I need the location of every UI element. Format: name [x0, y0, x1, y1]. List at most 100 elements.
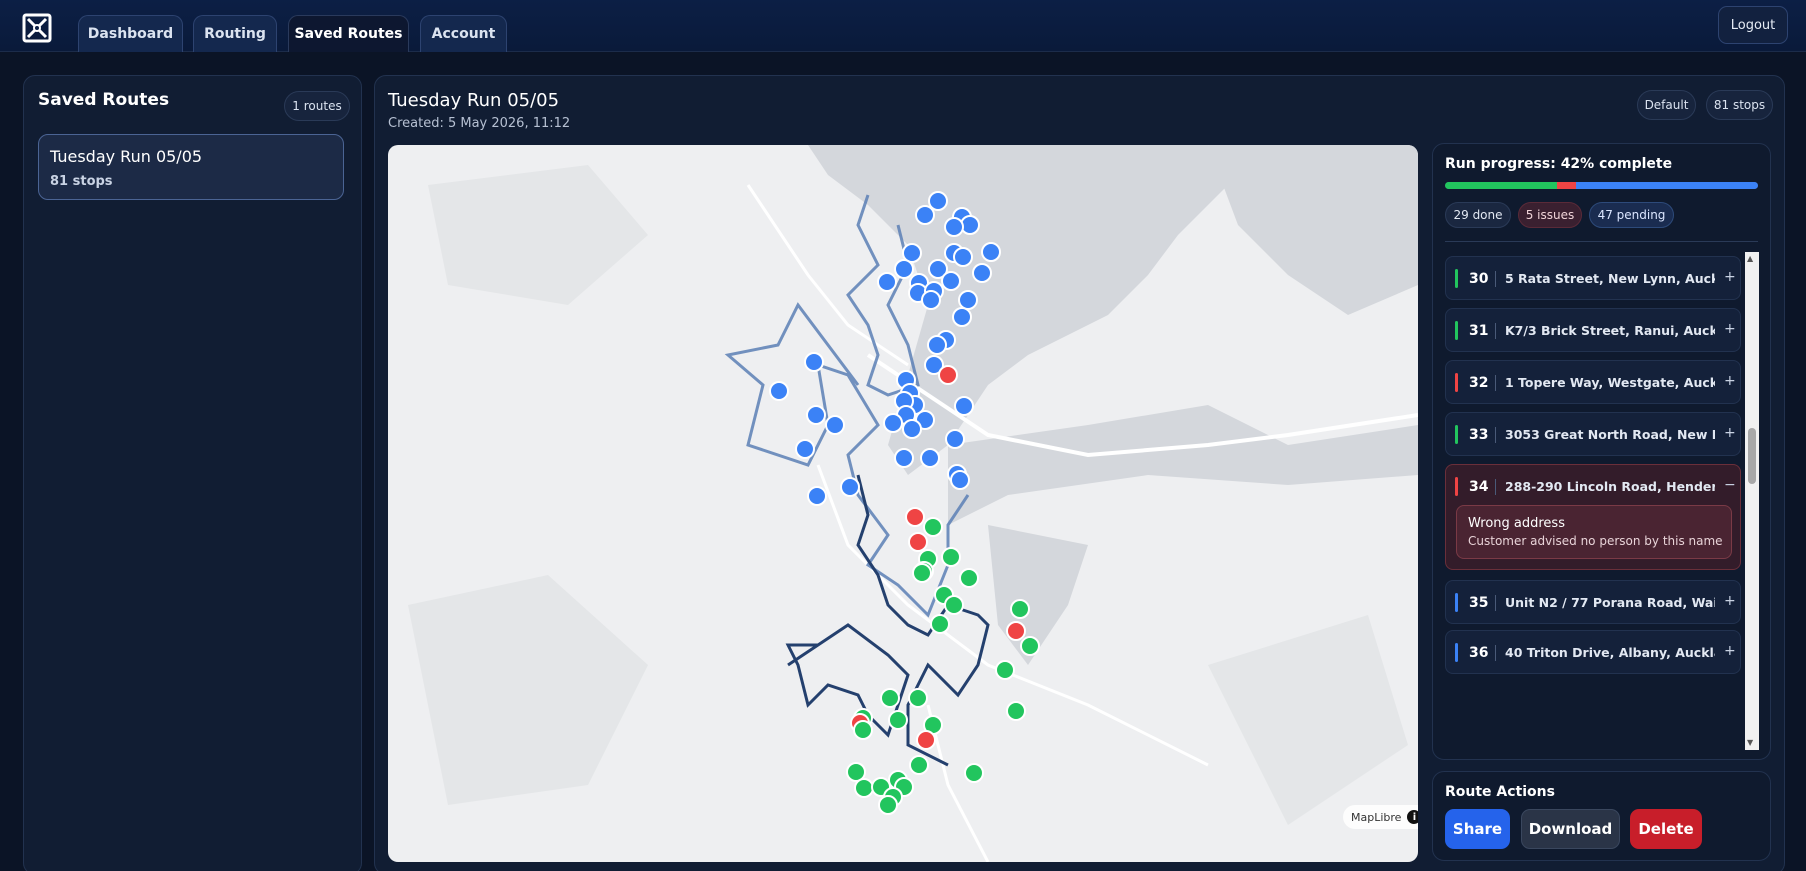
progress-pending-segment — [1576, 182, 1758, 189]
map-stop-marker[interactable] — [941, 547, 961, 567]
map-stop-marker[interactable] — [806, 405, 826, 425]
tab-saved-routes[interactable]: Saved Routes — [288, 15, 409, 52]
map-stop-marker[interactable] — [941, 271, 961, 291]
map-stop-marker[interactable] — [902, 419, 922, 439]
stop-row[interactable]: 33 3053 Great North Road, New Lynn, ... … — [1445, 412, 1741, 456]
map-stop-marker[interactable] — [928, 191, 948, 211]
expand-icon[interactable]: + — [1724, 425, 1736, 441]
stop-row[interactable]: 30 5 Rata Street, New Lynn, Auckland + — [1445, 256, 1741, 300]
map-stop-marker[interactable] — [878, 795, 898, 815]
expand-icon[interactable]: + — [1724, 321, 1736, 337]
expand-icon[interactable]: + — [1724, 373, 1736, 389]
map-stop-marker[interactable] — [905, 507, 925, 527]
route-name: Tuesday Run 05/05 — [50, 147, 203, 166]
map-stop-marker[interactable] — [953, 247, 973, 267]
status-marker — [1455, 373, 1458, 392]
stops-list[interactable]: 30 5 Rata Street, New Lynn, Auckland + 3… — [1445, 254, 1753, 684]
stop-row[interactable]: 32 1 Topere Way, Westgate, Auckland + — [1445, 360, 1741, 404]
map-canvas[interactable] — [388, 145, 1418, 862]
map-stop-marker[interactable] — [923, 517, 943, 537]
route-map[interactable]: + − ▲ MapLibre i — [388, 145, 1418, 862]
map-stop-marker[interactable] — [795, 439, 815, 459]
status-marker — [1455, 477, 1458, 496]
map-stop-marker[interactable] — [807, 486, 827, 506]
map-stop-marker[interactable] — [964, 763, 984, 783]
progress-issue-segment — [1557, 182, 1577, 189]
collapse-icon[interactable]: − — [1724, 477, 1736, 493]
map-stop-marker[interactable] — [912, 563, 932, 583]
logout-button[interactable]: Logout — [1718, 6, 1788, 44]
app-logo-icon[interactable] — [22, 13, 52, 43]
map-stop-marker[interactable] — [908, 688, 928, 708]
stop-address: Unit N2 / 77 Porana Road, Wairau ... — [1505, 595, 1715, 610]
map-stop-marker[interactable] — [958, 290, 978, 310]
map-stop-marker[interactable] — [1020, 636, 1040, 656]
issues-count-chip[interactable]: 5 issues — [1518, 202, 1582, 228]
stop-row[interactable]: 31 K7/3 Brick Street, Ranui, Auckland + — [1445, 308, 1741, 352]
divider — [1495, 595, 1496, 611]
map-stop-marker[interactable] — [952, 307, 972, 327]
map-stop-marker[interactable] — [959, 568, 979, 588]
map-stop-marker[interactable] — [930, 614, 950, 634]
map-stop-marker[interactable] — [927, 335, 947, 355]
map-stop-marker[interactable] — [840, 477, 860, 497]
map-stop-marker[interactable] — [944, 217, 964, 237]
profile-badge: Default — [1637, 90, 1696, 120]
route-stops: 81 stops — [50, 174, 113, 189]
done-count-chip[interactable]: 29 done — [1445, 202, 1511, 228]
map-stop-marker[interactable] — [894, 259, 914, 279]
expand-icon[interactable]: + — [1724, 269, 1736, 285]
map-stop-marker[interactable] — [950, 470, 970, 490]
map-stop-marker[interactable] — [769, 381, 789, 401]
stop-number: 31 — [1469, 323, 1489, 339]
map-stop-marker[interactable] — [995, 660, 1015, 680]
map-stop-marker[interactable] — [945, 429, 965, 449]
stop-number: 30 — [1469, 271, 1489, 287]
map-stop-marker[interactable] — [825, 415, 845, 435]
map-stop-marker[interactable] — [954, 396, 974, 416]
scrollbar-thumb[interactable] — [1748, 428, 1756, 484]
info-icon[interactable]: i — [1407, 810, 1418, 824]
download-button[interactable]: Download — [1521, 809, 1620, 849]
map-stop-marker[interactable] — [888, 710, 908, 730]
route-card[interactable]: Tuesday Run 05/05 81 stops — [38, 134, 344, 200]
map-stop-marker[interactable] — [972, 263, 992, 283]
map-stop-marker[interactable] — [909, 755, 929, 775]
tab-account[interactable]: Account — [420, 15, 507, 52]
map-stop-marker[interactable] — [1006, 701, 1026, 721]
map-stop-marker[interactable] — [921, 290, 941, 310]
map-stop-marker[interactable] — [880, 688, 900, 708]
map-attribution[interactable]: MapLibre i — [1343, 805, 1418, 829]
stop-row-expanded[interactable]: 34 288-290 Lincoln Road, Henderson, ... … — [1445, 464, 1741, 570]
delete-button[interactable]: Delete — [1630, 809, 1702, 849]
map-stop-marker[interactable] — [1006, 621, 1026, 641]
map-stop-marker[interactable] — [916, 730, 936, 750]
stops-scrollbar[interactable]: ▲ ▼ — [1745, 252, 1759, 750]
map-stop-marker[interactable] — [894, 448, 914, 468]
expand-icon[interactable]: + — [1724, 643, 1736, 659]
expand-icon[interactable]: + — [1724, 593, 1736, 609]
map-stop-marker[interactable] — [908, 532, 928, 552]
map-stop-marker[interactable] — [854, 778, 874, 798]
map-stop-marker[interactable] — [920, 448, 940, 468]
map-stop-marker[interactable] — [944, 595, 964, 615]
tab-dashboard[interactable]: Dashboard — [78, 15, 183, 52]
share-button[interactable]: Share — [1445, 809, 1510, 849]
map-stop-marker[interactable] — [853, 720, 873, 740]
map-stop-marker[interactable] — [938, 365, 958, 385]
map-stop-marker[interactable] — [804, 352, 824, 372]
stop-number: 36 — [1469, 645, 1489, 661]
stop-row[interactable]: 36 40 Triton Drive, Albany, Auckland + — [1445, 630, 1741, 674]
map-stop-marker[interactable] — [915, 205, 935, 225]
tab-routing[interactable]: Routing — [193, 15, 277, 52]
map-stop-marker[interactable] — [981, 242, 1001, 262]
map-stop-marker[interactable] — [877, 272, 897, 292]
pending-count-chip[interactable]: 47 pending — [1589, 202, 1674, 228]
stop-row[interactable]: 35 Unit N2 / 77 Porana Road, Wairau ... … — [1445, 580, 1741, 624]
progress-title: Run progress: 42% complete — [1445, 156, 1673, 172]
map-stop-marker[interactable] — [883, 413, 903, 433]
map-stop-marker[interactable] — [1010, 599, 1030, 619]
scroll-down-icon[interactable]: ▼ — [1747, 738, 1753, 747]
divider — [1495, 427, 1496, 443]
scroll-up-icon[interactable]: ▲ — [1747, 254, 1753, 263]
